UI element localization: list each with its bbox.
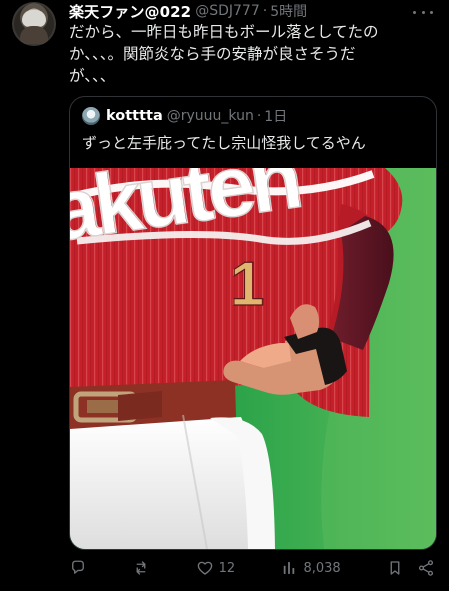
- bookmark-icon: [386, 559, 404, 577]
- repost-button[interactable]: [132, 559, 150, 577]
- views-button[interactable]: 8,038: [280, 559, 341, 577]
- share-icon: [417, 559, 435, 577]
- more-dot: [421, 10, 425, 14]
- separator-dot: ·: [262, 3, 268, 19]
- like-count: 12: [218, 560, 236, 576]
- repost-icon: [132, 559, 150, 577]
- quote-handle[interactable]: @ryuuu_kun: [167, 108, 254, 124]
- quote-separator-dot: ·: [256, 108, 262, 124]
- more-options-icon[interactable]: [413, 4, 433, 20]
- quote-header: kotttta @ryuuu_kun · 1日: [82, 105, 287, 127]
- timestamp[interactable]: 5時間: [270, 1, 307, 21]
- tweet: 楽天ファン@022 @SDJ777 · 5時間 だから、一昨日も昨日もボール落と…: [0, 0, 449, 591]
- quoted-photo[interactable]: akuten akuten 1 1: [70, 168, 436, 549]
- more-dot: [430, 10, 433, 14]
- quote-avatar[interactable]: [82, 107, 100, 125]
- tweet-header: 楽天ファン@022 @SDJ777 · 5時間: [69, 0, 307, 22]
- reply-button[interactable]: [69, 559, 87, 577]
- share-button[interactable]: [417, 559, 435, 577]
- tweet-text: だから、一昨日も昨日もボール落としてたの か、、、。関節炎なら手の安静が良さそう…: [69, 23, 379, 85]
- svg-text:1: 1: [230, 250, 264, 319]
- quoted-tweet[interactable]: kotttta @ryuuu_kun · 1日 ずっと左手庇ってたし宗山怪我して…: [69, 96, 437, 550]
- bookmark-button[interactable]: [386, 559, 404, 577]
- like-button[interactable]: 12: [196, 559, 236, 577]
- baseball-player-photo: akuten akuten 1 1: [70, 168, 436, 549]
- quote-display-name[interactable]: kotttta: [106, 108, 163, 124]
- quote-text: ずっと左手庇ってたし宗山怪我してるやん: [82, 134, 366, 152]
- heart-icon: [196, 559, 214, 577]
- view-count: 8,038: [303, 560, 341, 576]
- reply-icon: [69, 559, 87, 577]
- display-name[interactable]: 楽天ファン@022: [69, 1, 191, 22]
- views-icon: [280, 559, 298, 577]
- quote-timestamp[interactable]: 1日: [264, 106, 287, 126]
- secondary-actions: [386, 559, 435, 577]
- tweet-actions: 12 8,038: [69, 555, 435, 581]
- handle[interactable]: @SDJ777: [195, 3, 260, 19]
- more-dot: [413, 10, 416, 14]
- avatar[interactable]: [12, 2, 56, 46]
